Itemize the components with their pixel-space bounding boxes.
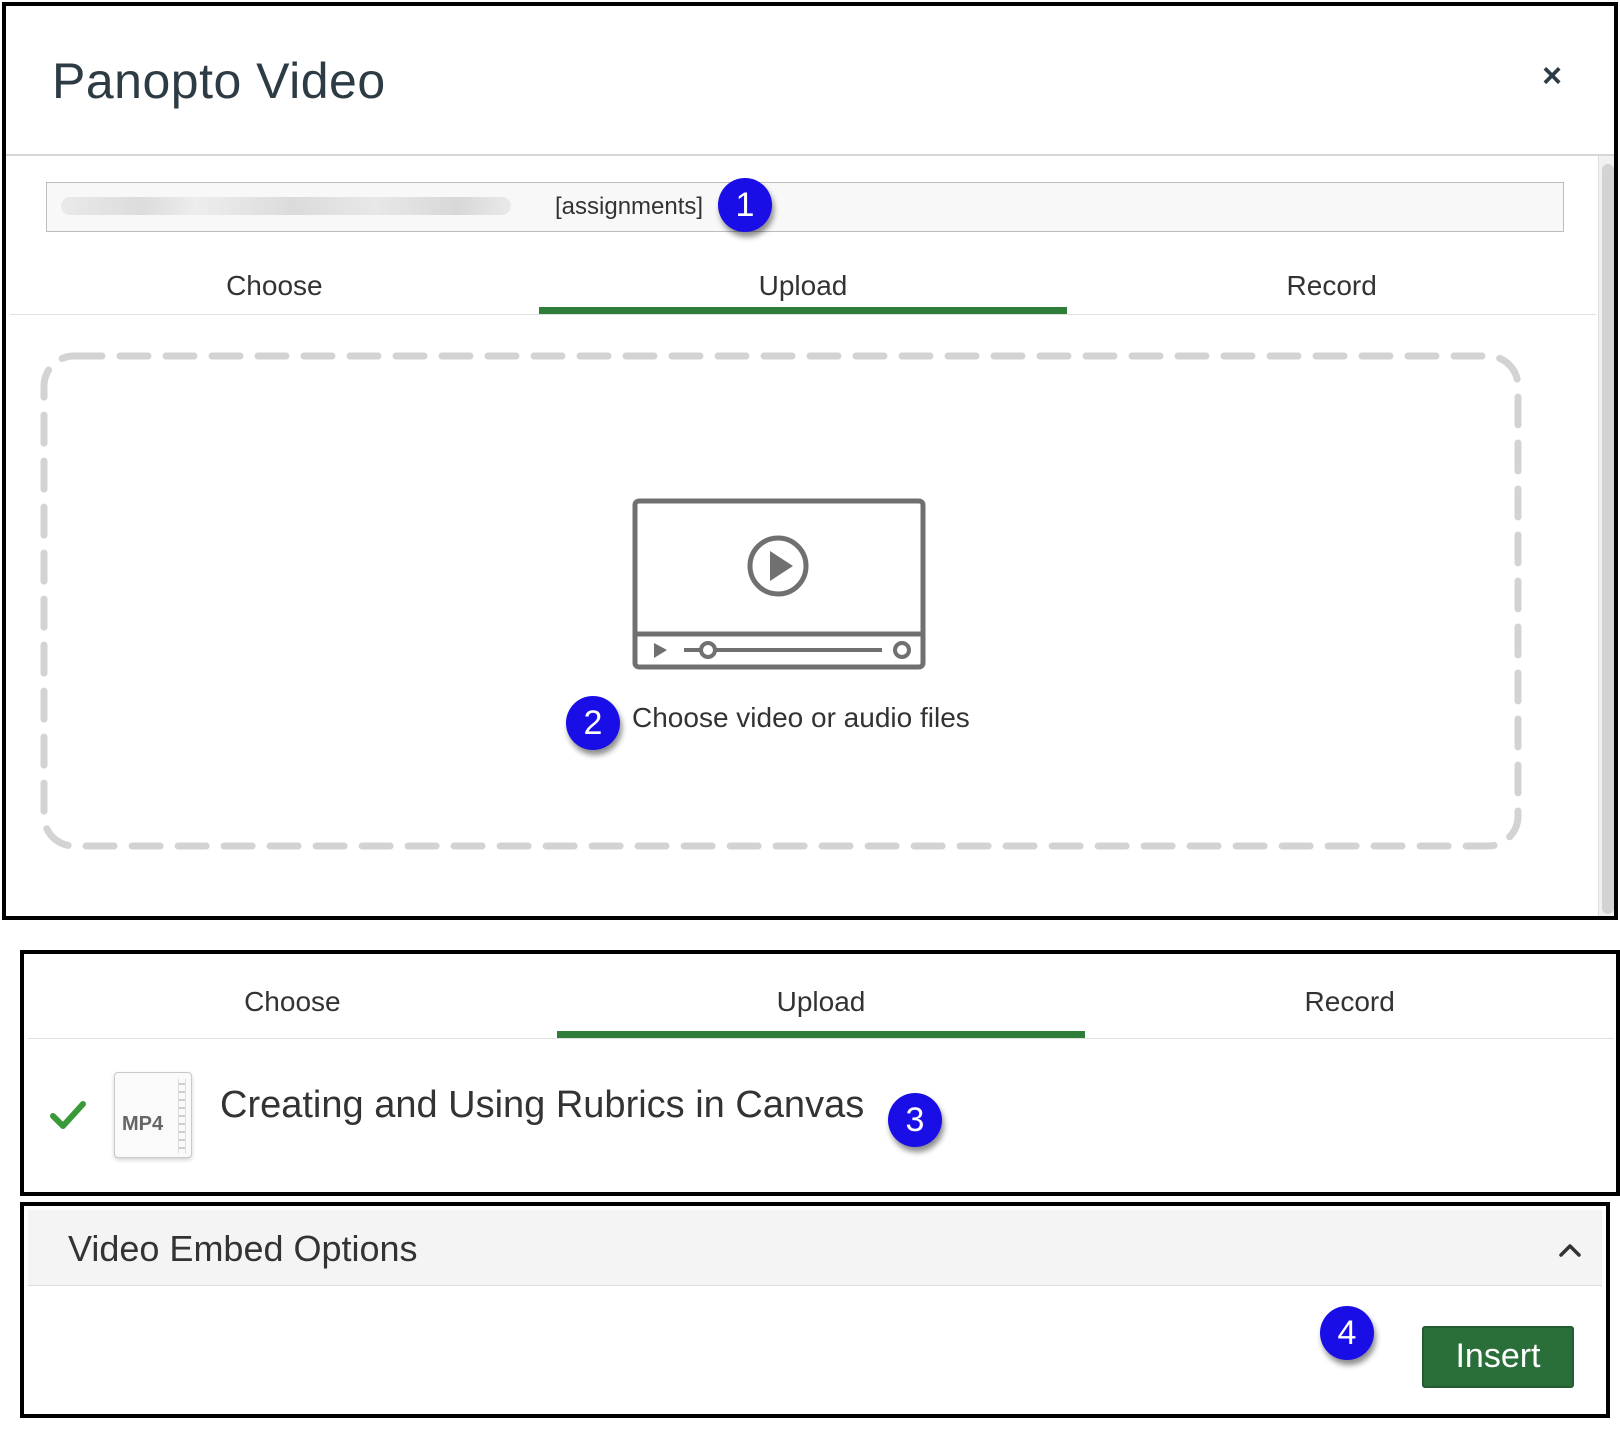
upload-tabs: Choose Upload Record [28,978,1614,1038]
close-icon[interactable]: × [1534,58,1570,94]
tab-upload[interactable]: Upload [556,978,1086,1038]
folder-suffix: [assignments] [555,193,704,220]
dropzone-label[interactable]: Choose video or audio files [632,702,970,734]
folder-path-redacted [61,197,511,215]
folder-selector[interactable]: [assignments] [46,182,1564,232]
tabs-divider [10,314,1596,315]
embed-options-header[interactable]: Video Embed Options [28,1210,1602,1286]
panopto-dialog: Panopto Video × [assignments] Choose Upl… [2,2,1618,920]
tab-upload-label: Upload [758,270,848,301]
tab-choose[interactable]: Choose [28,978,557,1038]
checkmark-icon [50,1101,86,1129]
scrollbar-thumb[interactable] [1602,164,1614,914]
tab-upload[interactable]: Upload [538,258,1068,314]
film-strip [178,1079,186,1153]
tab-choose-label: Choose [226,270,323,301]
video-player-icon [632,498,926,670]
callout-badge-3: 3 [888,1093,942,1147]
tab-record[interactable]: Record [1085,978,1614,1038]
file-dropzone[interactable] [40,352,1568,866]
tab-record-label: Record [1286,270,1377,301]
file-type-label: MP4 [122,1113,164,1135]
callout-badge-4: 4 [1320,1306,1374,1360]
tab-choose[interactable]: Choose [10,258,539,314]
callout-badge-1: 1 [718,178,772,232]
upload-file-panel: Choose Upload Record MP4 Creating and Us… [20,950,1620,1196]
uploaded-file-name: Creating and Using Rubrics in Canvas [220,1084,865,1126]
tab-record-label: Record [1304,986,1395,1017]
tab-choose-label: Choose [244,986,341,1017]
callout-badge-2: 2 [566,696,620,750]
active-tab-indicator [538,307,1068,314]
chevron-up-icon[interactable] [1558,1242,1582,1258]
insert-button[interactable]: Insert [1422,1326,1574,1388]
mp4-file-icon: MP4 [114,1072,192,1158]
tabs-divider [28,1038,1614,1039]
tab-record[interactable]: Record [1067,258,1596,314]
header-divider [6,154,1614,156]
dialog-tabs: Choose Upload Record [10,258,1596,314]
dialog-title: Panopto Video [52,53,386,109]
embed-options-title: Video Embed Options [68,1228,418,1269]
embed-options-panel: Video Embed Options Insert [20,1202,1610,1418]
tab-upload-label: Upload [776,986,866,1017]
active-tab-indicator [556,1031,1086,1038]
